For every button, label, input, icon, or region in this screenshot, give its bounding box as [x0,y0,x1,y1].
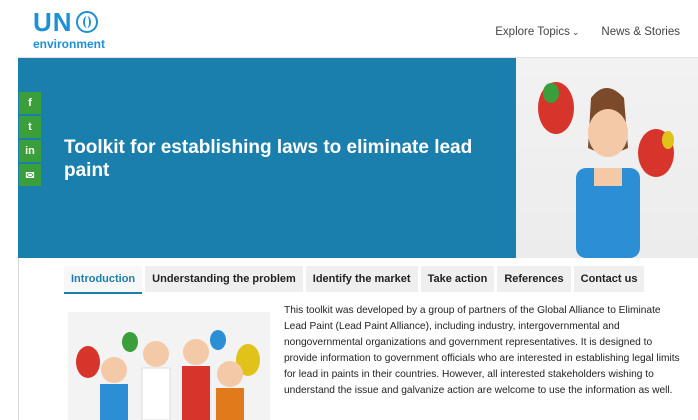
intro-paragraph: This toolkit was developed by a group of… [284,305,680,396]
hero-image [516,58,698,258]
un-environment-logo[interactable]: UN environment [33,9,105,51]
tab-references[interactable]: References [497,266,571,292]
children-painting-image [68,312,270,420]
children-painted-hands-illustration [76,330,260,420]
page-title: Toolkit for establishing laws to elimina… [64,137,473,181]
child-painted-hands-illustration [538,82,674,258]
logo-un-text: UN [33,7,73,37]
tab-identify-the-market[interactable]: Identify the market [305,266,418,292]
email-icon[interactable]: ✉ [19,164,41,186]
social-share-bar: f t in ✉ [19,92,41,188]
section-tabs: Introduction Understanding the problem I… [64,266,647,294]
tab-understanding-the-problem[interactable]: Understanding the problem [145,266,303,292]
nav-explore-topics[interactable]: Explore Topics ⌄ [495,26,579,38]
un-globe-icon [75,11,98,33]
nav-news-stories[interactable]: News & Stories [601,26,680,38]
hero-banner: Toolkit for establishing laws to elimina… [18,58,516,258]
tab-introduction[interactable]: Introduction [64,266,143,294]
main-nav: Explore Topics ⌄ News & Stories [495,26,680,38]
tab-contact-us[interactable]: Contact us [573,266,645,292]
facebook-icon[interactable]: f [19,92,41,114]
site-header: UN environment Explore Topics ⌄ News & St… [18,0,698,58]
tab-take-action[interactable]: Take action [420,266,495,292]
twitter-icon[interactable]: t [19,116,41,138]
linkedin-icon[interactable]: in [19,140,41,162]
chevron-down-icon: ⌄ [571,27,580,37]
logo-environment-text: environment [33,37,106,51]
nav-explore-label: Explore Topics [495,26,570,38]
